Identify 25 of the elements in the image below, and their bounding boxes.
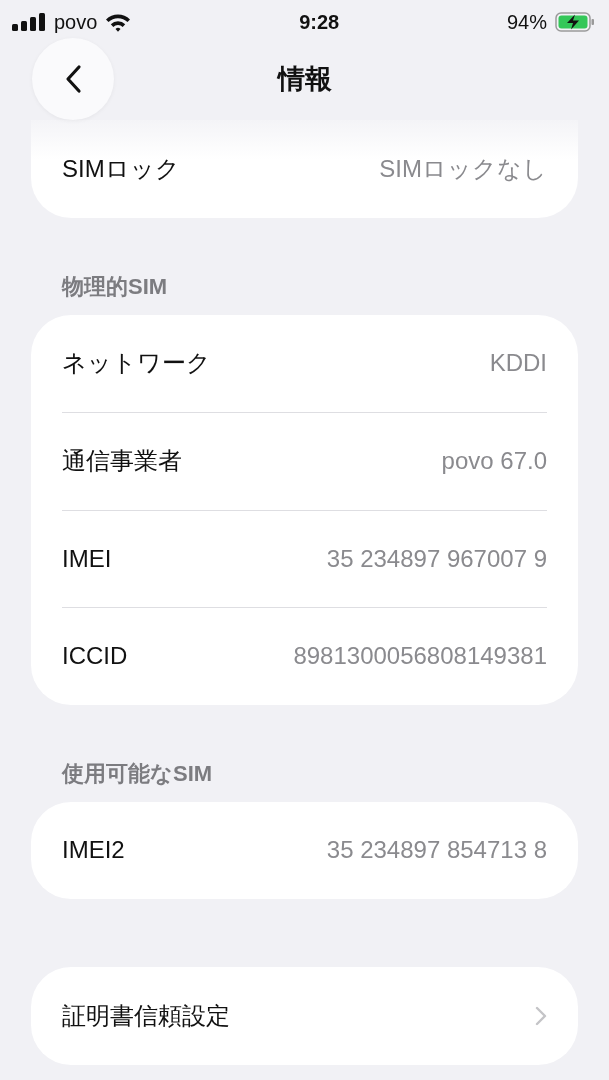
row-label: IMEI2 (62, 835, 125, 866)
row-label: 通信事業者 (62, 446, 182, 477)
row-value: 35 234897 854713 8 (326, 835, 547, 866)
chevron-right-icon (535, 1005, 547, 1026)
carrier-name: povo (54, 10, 98, 35)
row-label: SIMロック (62, 153, 180, 184)
row-label: ICCID (62, 641, 128, 672)
signal-icon (12, 13, 46, 31)
row-value: 35 234897 967007 9 (326, 543, 547, 574)
settings-row[interactable]: 証明書信頼設定 (62, 967, 547, 1065)
row-value: KDDI (489, 348, 547, 379)
section-header: 使用可能なSIM (60, 759, 214, 788)
row-label: ネットワーク (62, 348, 211, 379)
battery-charging-icon (555, 12, 595, 32)
battery-percent: 94% (506, 10, 547, 35)
page-title: 情報 (277, 62, 332, 96)
row-value: 8981300056808149381 (293, 641, 547, 672)
row-label: 証明書信頼設定 (62, 1000, 230, 1031)
back-chevron-icon (64, 64, 82, 94)
wifi-icon (105, 12, 132, 32)
status-time: 9:28 (299, 10, 340, 35)
row-value: povo 67.0 (441, 446, 547, 477)
row-value: SIMロックなし (379, 153, 547, 184)
row-label: IMEI (62, 543, 112, 574)
section-header: 物理的SIM (60, 272, 169, 301)
